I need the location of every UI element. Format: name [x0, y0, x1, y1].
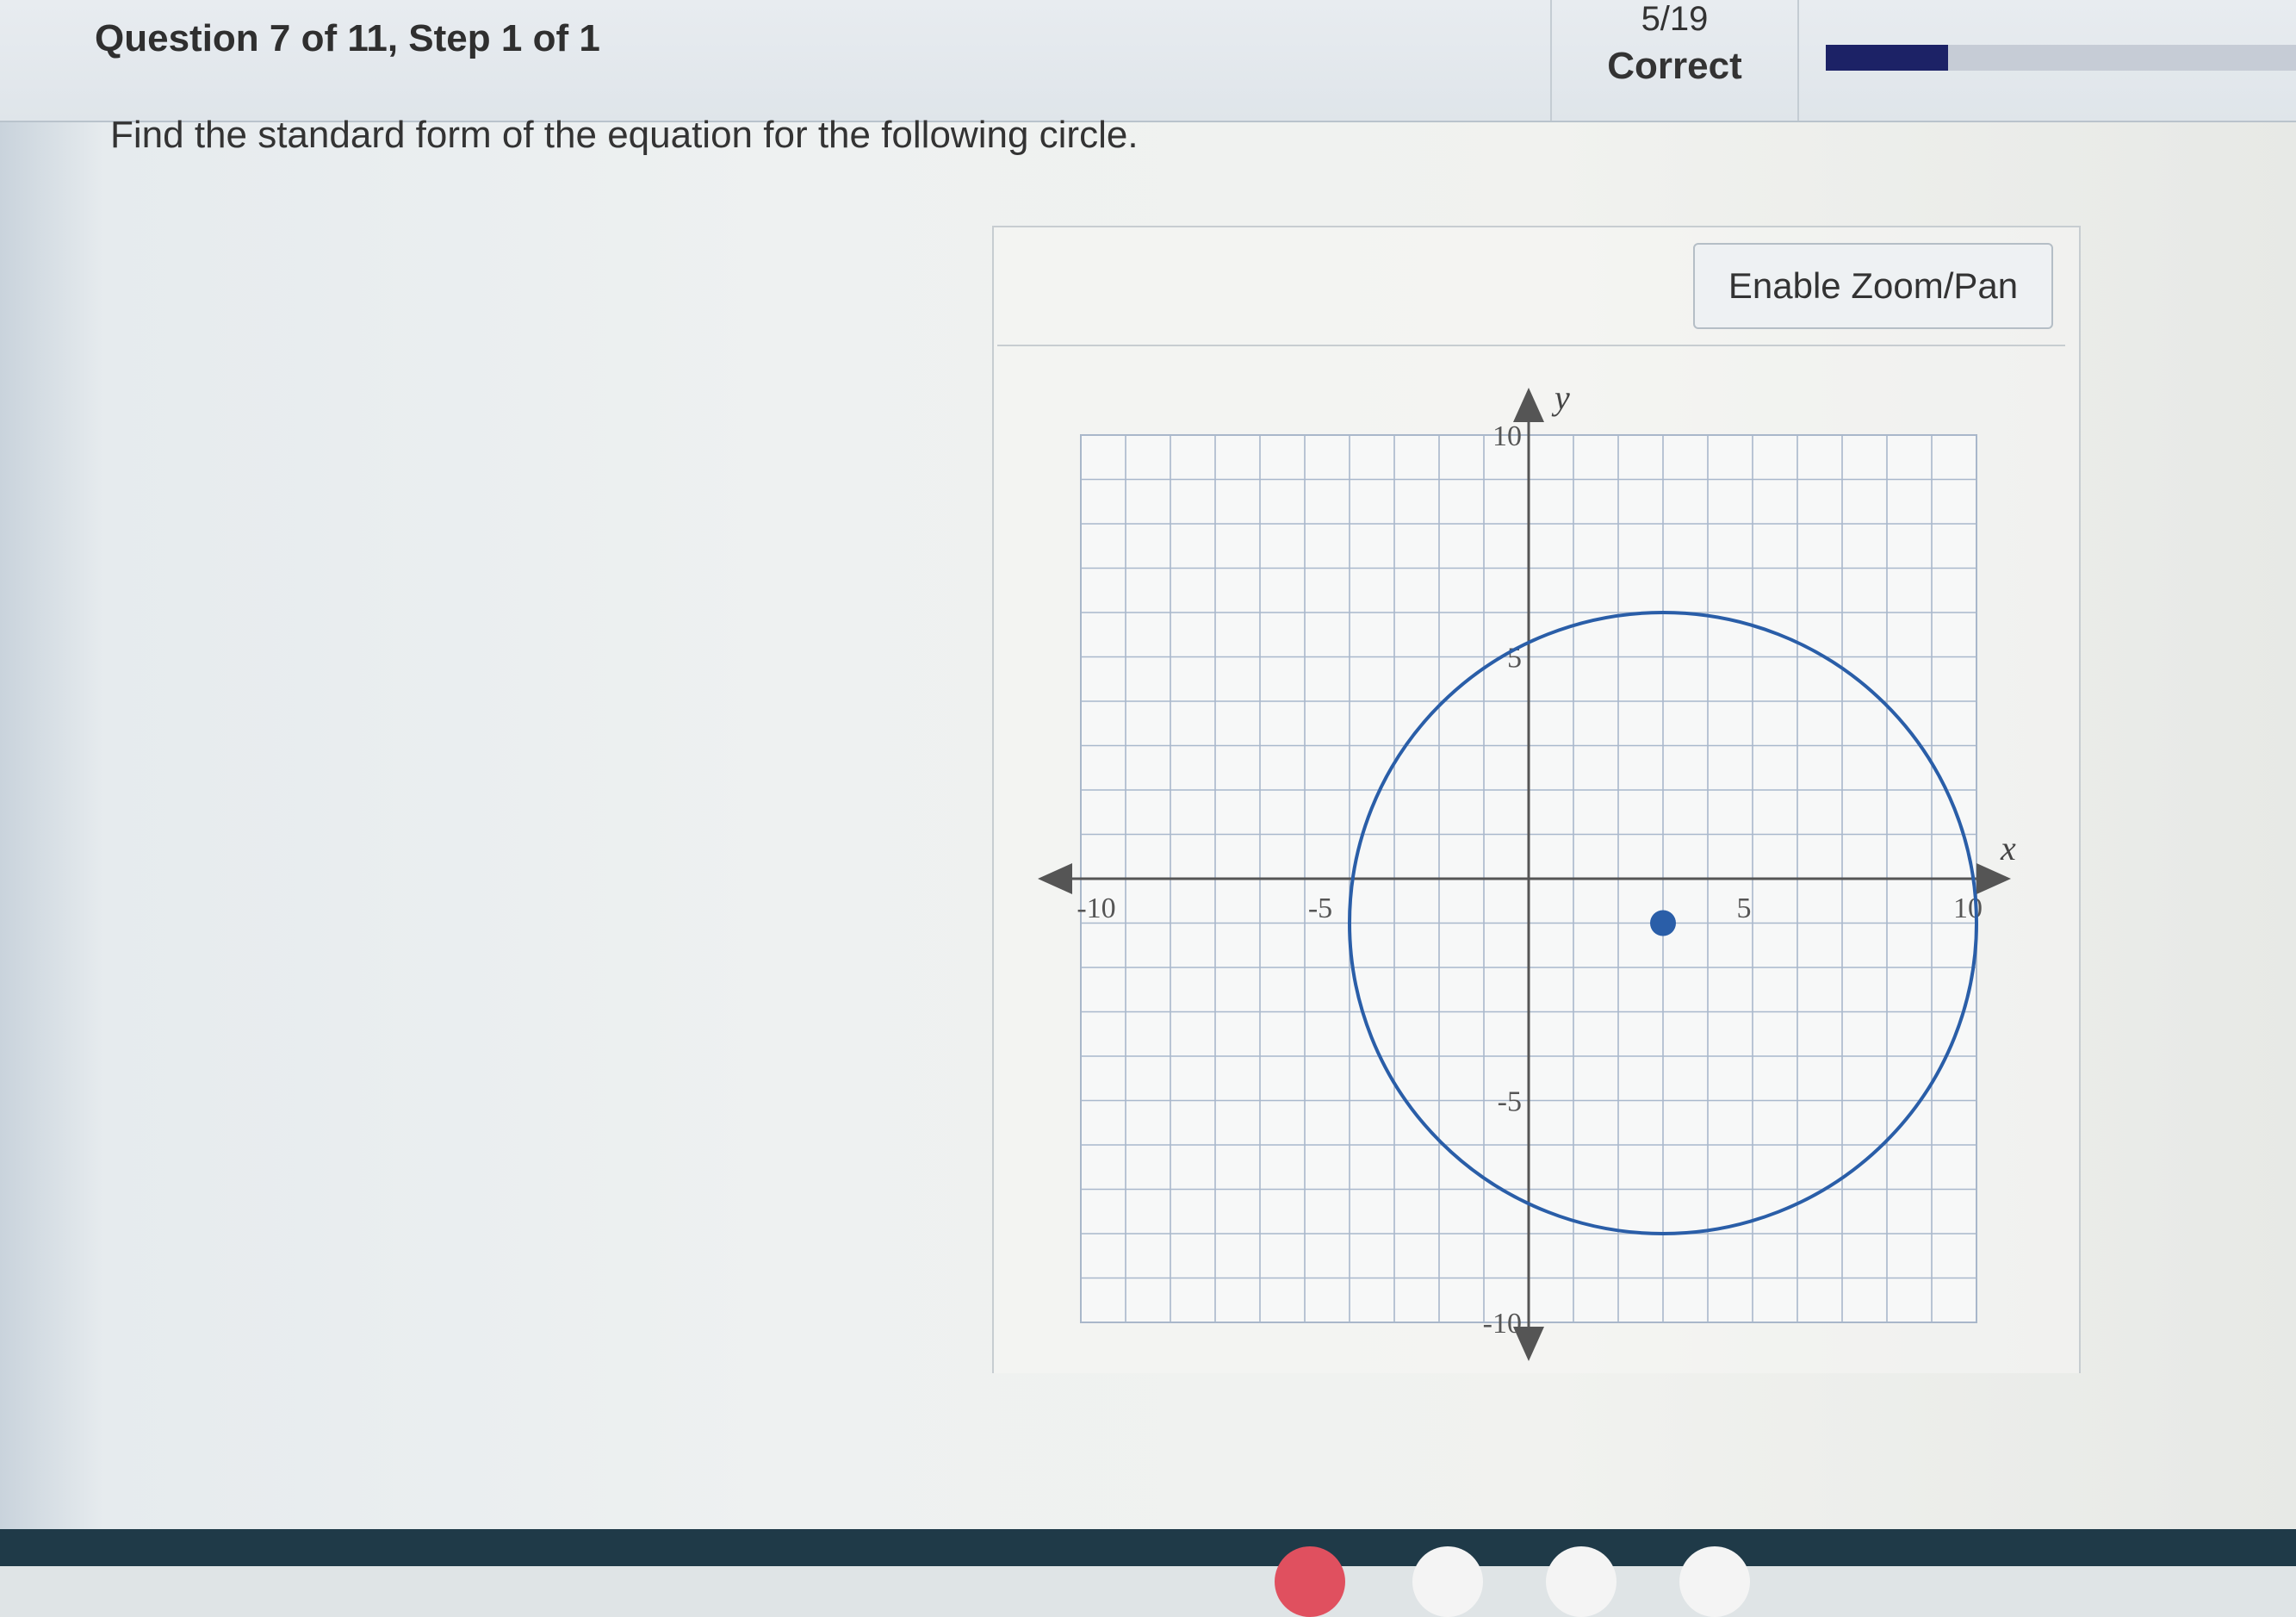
x-tick-label: 5 [1737, 892, 1752, 924]
y-tick-label: 10 [1492, 420, 1522, 452]
y-tick-label: -5 [1498, 1086, 1522, 1118]
y-tick-label: -10 [1483, 1308, 1522, 1340]
score-box: 5/19 Correct [1550, 0, 1799, 121]
score-label: Correct [1607, 45, 1742, 87]
app-icon-white-2[interactable] [1546, 1546, 1617, 1617]
center-point [1650, 910, 1676, 936]
x-axis-arrow-right [1976, 863, 2011, 894]
app-icon-white-3[interactable] [1679, 1546, 1750, 1617]
taskbar [0, 1529, 2296, 1566]
panel-divider [997, 345, 2065, 346]
y-axis-label: y [1551, 378, 1570, 417]
question-header: Question 7 of 11, Step 1 of 1 5/19 Corre… [0, 0, 2296, 122]
coordinate-graph[interactable]: xy-10 -5 5 10105-5-10 [1016, 370, 2032, 1378]
app-icon-white-1[interactable] [1412, 1546, 1483, 1617]
question-title: Question 7 of 11, Step 1 of 1 [95, 17, 600, 59]
app-icon-red[interactable] [1275, 1546, 1345, 1617]
y-axis-arrow-up [1513, 388, 1544, 422]
x-axis-label: x [2000, 829, 2016, 868]
question-prompt: Find the standard form of the equation f… [110, 114, 1139, 156]
enable-zoom-pan-button[interactable]: Enable Zoom/Pan [1693, 243, 2053, 329]
x-tick-label: -5 [1308, 892, 1332, 924]
score-count: 5/19 [1641, 0, 1709, 38]
x-tick-label: -10 [1077, 892, 1115, 924]
x-axis-arrow-left [1038, 863, 1072, 894]
progress-bar [1826, 45, 2296, 71]
progress-bar-fill [1826, 45, 1948, 71]
